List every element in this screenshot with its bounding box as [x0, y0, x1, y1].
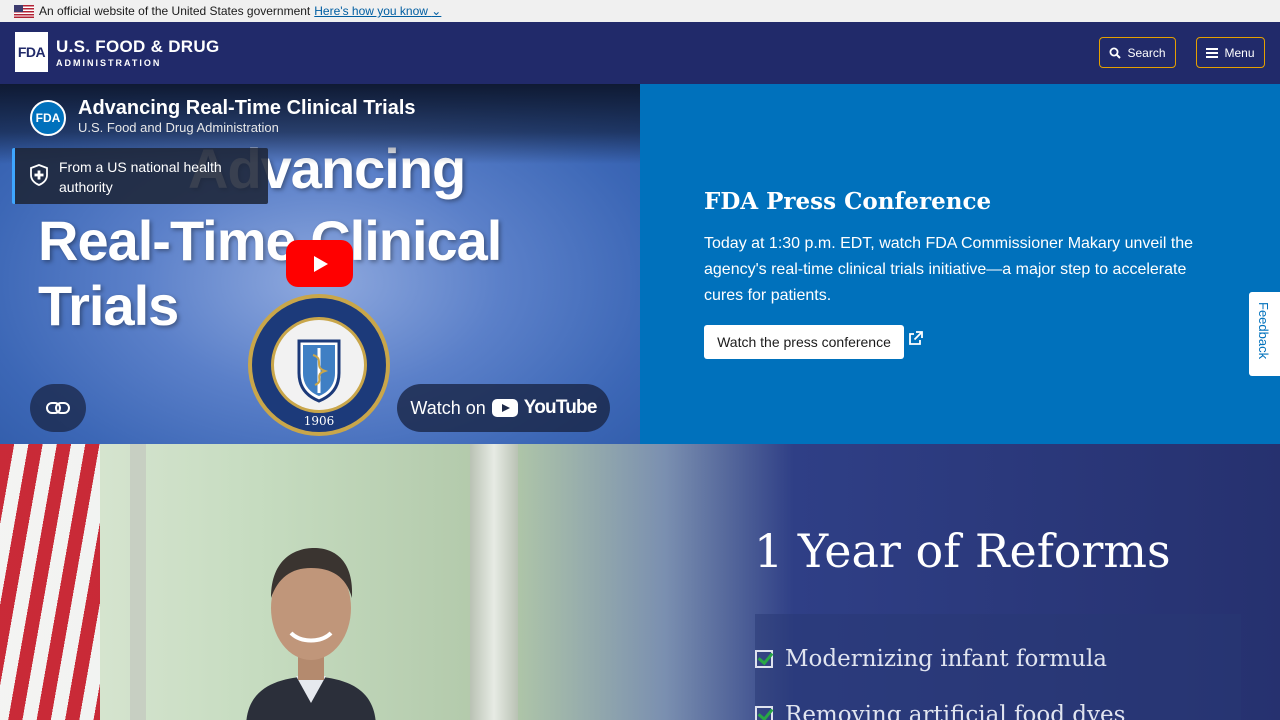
press-conference-panel: FDA Press Conference Today at 1:30 p.m. … — [640, 84, 1280, 444]
search-label: Search — [1127, 45, 1166, 60]
youtube-video-embed[interactable]: Advancing Real-Time Clinical Trials FDA … — [0, 84, 640, 444]
reform-item-label: Modernizing infant formula — [785, 646, 1108, 672]
reforms-list: Modernizing infant formula Removing arti… — [755, 614, 1241, 720]
feedback-tab[interactable]: Feedback — [1248, 291, 1280, 377]
reform-item-label: Removing artificial food dyes — [785, 702, 1126, 720]
link-icon — [46, 402, 70, 414]
logo-mark: FDA — [17, 44, 46, 60]
search-icon — [1109, 47, 1122, 59]
site-header: FDA U.S. FOOD & DRUG ADMINISTRATION Sear… — [0, 22, 1280, 84]
chevron-down-icon: ⌄ — [431, 4, 442, 18]
play-icon — [313, 255, 328, 272]
logo-title[interactable]: U.S. FOOD & DRUG — [56, 37, 219, 57]
health-authority-badge[interactable]: From a US national health authority — [12, 148, 268, 204]
feedback-label: Feedback — [1256, 302, 1271, 360]
video-title[interactable]: Advancing Real-Time Clinical Trials — [78, 97, 416, 120]
gov-link-label: Here's how you know — [314, 4, 428, 18]
health-badge-text: From a US national health authority — [59, 159, 222, 195]
watch-on-youtube-button[interactable]: Watch on YouTube — [397, 384, 610, 432]
list-item: Modernizing infant formula — [755, 646, 1107, 672]
youtube-wordmark: YouTube — [523, 397, 598, 418]
reforms-title: 1 Year of Reforms — [754, 524, 1171, 578]
youtube-logo-icon — [491, 399, 518, 417]
search-button[interactable]: Search — [1099, 37, 1176, 68]
commissioner-photo — [246, 548, 376, 720]
watch-on-label: Watch on — [410, 397, 486, 418]
fda-logo[interactable]: FDA — [15, 32, 48, 72]
menu-label: Menu — [1224, 45, 1255, 60]
copy-link-button[interactable] — [30, 384, 86, 432]
window-frame-image — [470, 444, 518, 720]
window-frame-image — [130, 444, 146, 720]
american-flag-image — [0, 444, 100, 720]
external-link-icon — [909, 331, 923, 345]
us-flag-icon — [14, 4, 34, 18]
list-item: Removing artificial food dyes — [755, 702, 1125, 720]
checkbox-check-icon — [755, 650, 773, 668]
health-shield-icon — [30, 164, 48, 186]
hamburger-icon — [1206, 47, 1219, 58]
video-channel-name: U.S. Food and Drug Administration — [78, 120, 279, 135]
heres-how-you-know-link[interactable]: Here's how you know ⌄ — [314, 4, 441, 18]
seal-lettering: 1906 — [304, 414, 335, 428]
play-button[interactable] — [286, 240, 353, 287]
gov-banner: An official website of the United States… — [0, 0, 1280, 22]
watch-press-conference-button[interactable]: Watch the press conference — [704, 325, 904, 359]
checkbox-check-icon — [755, 706, 773, 720]
channel-avatar[interactable]: FDA — [30, 100, 66, 136]
reforms-hero: 1 Year of Reforms Modernizing infant for… — [0, 444, 1280, 720]
gov-banner-text: An official website of the United States… — [39, 4, 311, 18]
press-title: FDA Press Conference — [704, 188, 992, 215]
logo-subtitle: ADMINISTRATION — [56, 58, 162, 68]
press-body: Today at 1:30 p.m. EDT, watch FDA Commis… — [704, 235, 1194, 304]
menu-button[interactable]: Menu — [1196, 37, 1265, 68]
fda-seal-image: 1906 — [248, 294, 390, 436]
